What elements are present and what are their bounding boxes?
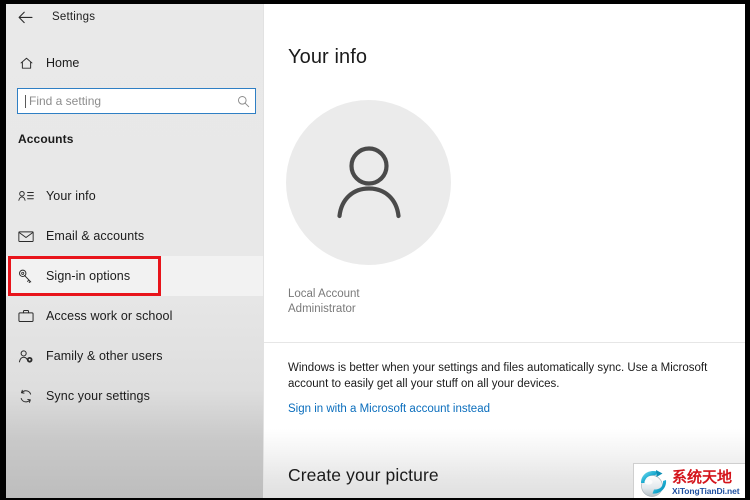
home-icon <box>6 56 46 71</box>
key-icon <box>6 269 46 284</box>
main-content: Your info Local Account Administrator Wi… <box>264 4 745 498</box>
watermark-text: 系统天地 XiTongTianDi.net <box>672 470 740 496</box>
sidebar-item-sync-your-settings-label: Sync your settings <box>46 389 150 403</box>
search-icon[interactable] <box>231 95 255 108</box>
person-gear-icon <box>6 349 46 364</box>
sign-in-microsoft-link[interactable]: Sign in with a Microsoft account instead <box>288 402 490 417</box>
page-title: Your info <box>288 46 367 69</box>
sidebar-item-sync-your-settings[interactable]: Sync your settings <box>6 376 263 416</box>
window-titlebar: Settings <box>6 4 263 30</box>
briefcase-icon <box>6 309 46 323</box>
sidebar-item-access-work-or-school[interactable]: Access work or school <box>6 296 263 336</box>
person-avatar-icon <box>326 137 412 228</box>
watermark-chinese: 系统天地 <box>672 470 740 485</box>
sidebar-item-email-accounts[interactable]: Email & accounts <box>6 216 263 256</box>
search-input[interactable]: Find a setting <box>29 94 231 108</box>
sidebar-item-family-other-users-label: Family & other users <box>46 349 163 363</box>
sidebar-item-sign-in-options[interactable]: Sign-in options <box>6 256 263 296</box>
sidebar-item-email-accounts-label: Email & accounts <box>46 229 144 243</box>
sidebar-nav: Your info Email & accounts <box>6 176 263 416</box>
account-role: Administrator <box>288 302 356 317</box>
account-name: Local Account <box>288 287 360 302</box>
globe-swoosh-logo-icon <box>636 466 672 499</box>
sidebar-item-family-other-users[interactable]: Family & other users <box>6 336 263 376</box>
sidebar-item-home-label: Home <box>46 56 79 70</box>
watermark-english: XiTongTianDi.net <box>672 487 740 496</box>
watermark: 系统天地 XiTongTianDi.net <box>633 463 745 498</box>
back-arrow-icon <box>18 11 33 24</box>
sidebar-item-sign-in-options-label: Sign-in options <box>46 269 130 283</box>
sidebar-item-home[interactable]: Home <box>6 50 256 76</box>
sidebar-item-your-info-label: Your info <box>46 189 96 203</box>
back-button[interactable] <box>6 4 44 30</box>
screenshot-root: Settings Home Find a setting <box>0 0 750 500</box>
sidebar-item-your-info[interactable]: Your info <box>6 176 263 216</box>
envelope-icon <box>6 230 46 243</box>
window-title: Settings <box>52 11 95 23</box>
sync-arrows-icon <box>6 389 46 404</box>
avatar[interactable] <box>286 100 451 265</box>
content-divider <box>264 342 745 343</box>
sync-description: Windows is better when your settings and… <box>288 360 708 392</box>
settings-window: Settings Home Find a setting <box>6 4 745 498</box>
create-your-picture-heading: Create your picture <box>288 465 439 486</box>
sidebar-item-access-work-or-school-label: Access work or school <box>46 309 172 323</box>
contact-card-icon <box>6 189 46 203</box>
search-box[interactable]: Find a setting <box>17 88 256 114</box>
sidebar-group-header: Accounts <box>18 132 73 146</box>
sidebar: Settings Home Find a setting <box>6 4 263 498</box>
search-text-caret <box>25 95 26 108</box>
